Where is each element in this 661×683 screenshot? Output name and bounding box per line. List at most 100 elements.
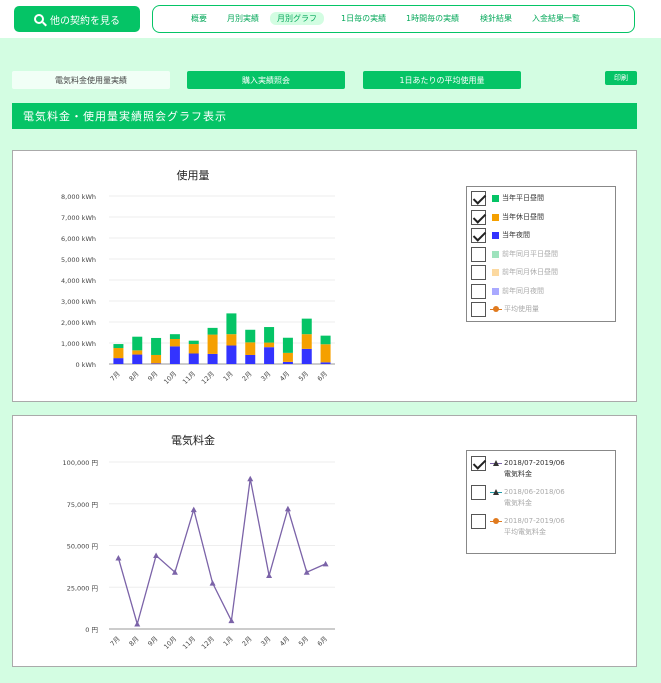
usage-y-tick-label: 5,000 kWh bbox=[61, 256, 96, 264]
fee-legend-item[interactable]: 2018/07-2019/06 平均電気料金 bbox=[471, 514, 565, 538]
fee-legend-label-text: 2018/07-2019/06 bbox=[504, 459, 565, 467]
nav-overview[interactable]: 概要 bbox=[191, 13, 207, 24]
fee-legend-checkbox[interactable] bbox=[471, 514, 486, 529]
usage-y-tick-label: 7,000 kWh bbox=[61, 214, 96, 222]
usage-legend-label: 前年同月平日昼間 bbox=[502, 249, 558, 260]
usage-legend-item[interactable]: 前年同月夜間 bbox=[471, 283, 544, 299]
fee-legend-checkbox[interactable] bbox=[471, 485, 486, 500]
usage-y-tick-label: 1,000 kWh bbox=[61, 340, 96, 348]
usage-legend-label-text: 前年同月休日昼間 bbox=[502, 268, 558, 276]
usage-bar-segment bbox=[151, 363, 162, 364]
usage-x-tick-label: 7月 bbox=[109, 370, 122, 383]
fee-legend-item[interactable]: 2018/06-2018/06 電気料金 bbox=[471, 485, 565, 509]
nav-monthly-results[interactable]: 月別実績 bbox=[227, 13, 259, 24]
legend-swatch-icon bbox=[492, 213, 499, 221]
other-contract-button[interactable]: 他の契約を見る bbox=[14, 6, 140, 32]
fee-point bbox=[266, 572, 273, 579]
usage-bar-segment bbox=[245, 329, 256, 343]
fee-legend-label-text: 2018/07-2019/06 bbox=[504, 517, 565, 525]
usage-y-tick-label: 8,000 kWh bbox=[61, 193, 96, 201]
fee-x-tick-label: 4月 bbox=[278, 635, 291, 648]
legend-swatch-icon bbox=[492, 195, 499, 202]
usage-bar-segment bbox=[301, 348, 312, 364]
usage-legend-label: 当年夜間 bbox=[502, 230, 530, 241]
fee-x-tick-label: 10月 bbox=[162, 635, 178, 651]
usage-legend-item[interactable]: 平均使用量 bbox=[471, 302, 539, 317]
usage-x-tick-label: 3月 bbox=[259, 370, 272, 383]
nav-payment-list[interactable]: 入金結果一覧 bbox=[532, 13, 580, 24]
usage-legend: 当年平日昼間 当年休日昼間 当年夜間前年同月平日昼間 前年同月休日昼間 前年同月夜間 平均… bbox=[466, 186, 616, 322]
usage-legend-checkbox[interactable] bbox=[471, 283, 486, 299]
usage-bar-segment bbox=[113, 344, 124, 349]
usage-x-tick-label: 11月 bbox=[181, 370, 197, 386]
usage-legend-checkbox[interactable] bbox=[471, 302, 486, 317]
usage-bar-segment bbox=[282, 352, 293, 362]
fee-x-tick-label: 1月 bbox=[222, 635, 235, 648]
legend-line-dot-icon bbox=[490, 306, 502, 313]
fee-x-tick-label: 3月 bbox=[259, 635, 272, 648]
usage-x-tick-label: 12月 bbox=[200, 370, 216, 386]
usage-legend-item[interactable]: 前年同月休日昼間 bbox=[471, 265, 558, 280]
usage-bar-segment bbox=[207, 327, 218, 335]
fee-x-tick-label: 9月 bbox=[146, 635, 159, 648]
usage-bar-segment bbox=[245, 342, 256, 355]
nav-monthly-graph[interactable]: 月別グラフ bbox=[270, 12, 324, 25]
usage-legend-label: 当年休日昼間 bbox=[502, 212, 544, 223]
usage-bar-segment bbox=[226, 334, 237, 346]
usage-legend-label: 平均使用量 bbox=[504, 304, 539, 315]
usage-legend-checkbox[interactable] bbox=[471, 209, 486, 225]
fee-legend-sublabel: 電気料金 bbox=[504, 499, 532, 507]
usage-bar-segment bbox=[264, 327, 275, 343]
usage-x-tick-label: 8月 bbox=[127, 370, 140, 383]
usage-legend-checkbox[interactable] bbox=[471, 228, 486, 243]
usage-legend-item[interactable]: 当年平日昼間 bbox=[471, 191, 544, 206]
usage-x-tick-label: 9月 bbox=[146, 370, 159, 383]
usage-legend-item[interactable]: 当年休日昼間 bbox=[471, 209, 544, 225]
legend-line-triangle-icon bbox=[490, 489, 502, 496]
usage-x-tick-label: 4月 bbox=[278, 370, 291, 383]
fee-legend-checkbox[interactable] bbox=[471, 456, 486, 471]
tab-daily-average[interactable]: 1日あたりの平均使用量 bbox=[363, 71, 521, 89]
fee-y-tick-label: 100,000 円 bbox=[63, 459, 98, 467]
fee-x-tick-label: 2月 bbox=[240, 635, 253, 648]
usage-legend-checkbox[interactable] bbox=[471, 191, 486, 206]
usage-legend-item[interactable]: 当年夜間 bbox=[471, 228, 530, 243]
fee-y-tick-label: 75,000 円 bbox=[67, 501, 98, 509]
nav-meter-results[interactable]: 検針結果 bbox=[480, 13, 512, 24]
fee-series-line bbox=[117, 478, 326, 627]
usage-bar-segment bbox=[207, 334, 218, 354]
nav-hourly-results[interactable]: 1時間毎の実績 bbox=[406, 13, 459, 24]
usage-bar-segment bbox=[151, 337, 162, 355]
usage-x-tick-label: 1月 bbox=[222, 370, 235, 383]
fee-chart-title: 電気料金 bbox=[171, 433, 215, 447]
usage-legend-label-text: 前年同月夜間 bbox=[502, 286, 544, 295]
usage-chart-panel: 使用量 8,000 kWh 7,000 kWh 6,000 kWh 5,000 kWh 4… bbox=[12, 150, 637, 402]
legend-swatch-icon bbox=[492, 287, 499, 295]
usage-x-tick-label: 2月 bbox=[240, 370, 253, 383]
print-button[interactable]: 印刷 bbox=[605, 71, 637, 85]
usage-legend-checkbox[interactable] bbox=[471, 246, 486, 262]
other-contract-label: 他の契約を見る bbox=[50, 15, 120, 27]
usage-legend-checkbox[interactable] bbox=[471, 265, 486, 280]
usage-bar-segment bbox=[264, 347, 275, 364]
fee-point bbox=[190, 506, 197, 513]
nav-daily-results[interactable]: 1日毎の実績 bbox=[341, 13, 386, 24]
tab-usage-results-label: 電気料金使用量実績 bbox=[55, 75, 127, 85]
usage-legend-label-text: 当年平日昼間 bbox=[502, 194, 544, 202]
fee-x-tick-label: 11月 bbox=[181, 635, 197, 651]
usage-x-tick-label: 6月 bbox=[316, 370, 329, 383]
legend-swatch-icon bbox=[492, 250, 499, 258]
fee-legend-item[interactable]: 2018/07-2019/06 電気料金 bbox=[471, 456, 565, 480]
fee-x-tick-label: 8月 bbox=[127, 635, 140, 648]
usage-bar-segment bbox=[226, 313, 237, 335]
top-nav: 概要 月別実績 月別グラフ 1日毎の実績 1時間毎の実績 検針結果 入金結果一覧 bbox=[152, 5, 635, 33]
section-title: 電気料金・使用量実績照会グラフ表示 bbox=[12, 103, 637, 129]
tab-usage-results[interactable]: 電気料金使用量実績 bbox=[12, 71, 170, 89]
usage-legend-item[interactable]: 前年同月平日昼間 bbox=[471, 246, 558, 262]
usage-y-tick-label: 3,000 kWh bbox=[61, 298, 96, 306]
legend-line-dot-icon bbox=[490, 518, 502, 525]
usage-legend-label-text: 当年休日昼間 bbox=[502, 212, 544, 221]
tab-purchase-results[interactable]: 購入実績照会 bbox=[187, 71, 345, 89]
fee-legend-sublabel: 電気料金 bbox=[504, 470, 532, 478]
usage-bar-segment bbox=[188, 344, 199, 354]
